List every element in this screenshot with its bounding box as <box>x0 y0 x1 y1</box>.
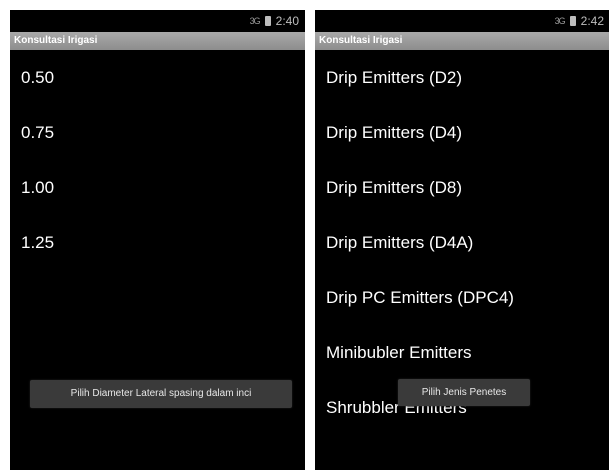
toast-message: Pilih Diameter Lateral spasing dalam inc… <box>30 380 292 408</box>
list-item-drip-pc-dpc4[interactable]: Drip PC Emitters (DPC4) <box>315 270 609 325</box>
battery-icon <box>264 16 271 26</box>
list-item-drip-d4a[interactable]: Drip Emitters (D4A) <box>315 215 609 270</box>
list-item-drip-d8[interactable]: Drip Emitters (D8) <box>315 160 609 215</box>
emitter-list: Drip Emitters (D2) Drip Emitters (D4) Dr… <box>315 50 609 435</box>
toast-message: Pilih Jenis Penetes <box>398 379 530 406</box>
app-title: Konsultasi Irigasi <box>10 32 305 50</box>
phone-screen-left: 3G 2:40 Konsultasi Irigasi 0.50 0.75 1.0… <box>10 10 305 470</box>
list-item-1-00[interactable]: 1.00 <box>10 160 305 215</box>
app-title: Konsultasi Irigasi <box>315 32 609 50</box>
phone-screen-right: 3G 2:42 Konsultasi Irigasi Drip Emitters… <box>315 10 609 470</box>
status-bar: 3G 2:42 <box>315 10 609 32</box>
signal-icon: 3G <box>249 16 261 26</box>
status-time: 2:40 <box>275 14 299 28</box>
signal-icon: 3G <box>554 16 566 26</box>
list-item-minibubler[interactable]: Minibubler Emitters <box>315 325 609 380</box>
list-item-1-25[interactable]: 1.25 <box>10 215 305 270</box>
battery-icon <box>569 16 576 26</box>
diameter-list: 0.50 0.75 1.00 1.25 <box>10 50 305 270</box>
list-item-0-50[interactable]: 0.50 <box>10 50 305 105</box>
list-item-drip-d2[interactable]: Drip Emitters (D2) <box>315 50 609 105</box>
list-item-0-75[interactable]: 0.75 <box>10 105 305 160</box>
status-time: 2:42 <box>580 14 604 28</box>
list-item-drip-d4[interactable]: Drip Emitters (D4) <box>315 105 609 160</box>
status-bar: 3G 2:40 <box>10 10 305 32</box>
